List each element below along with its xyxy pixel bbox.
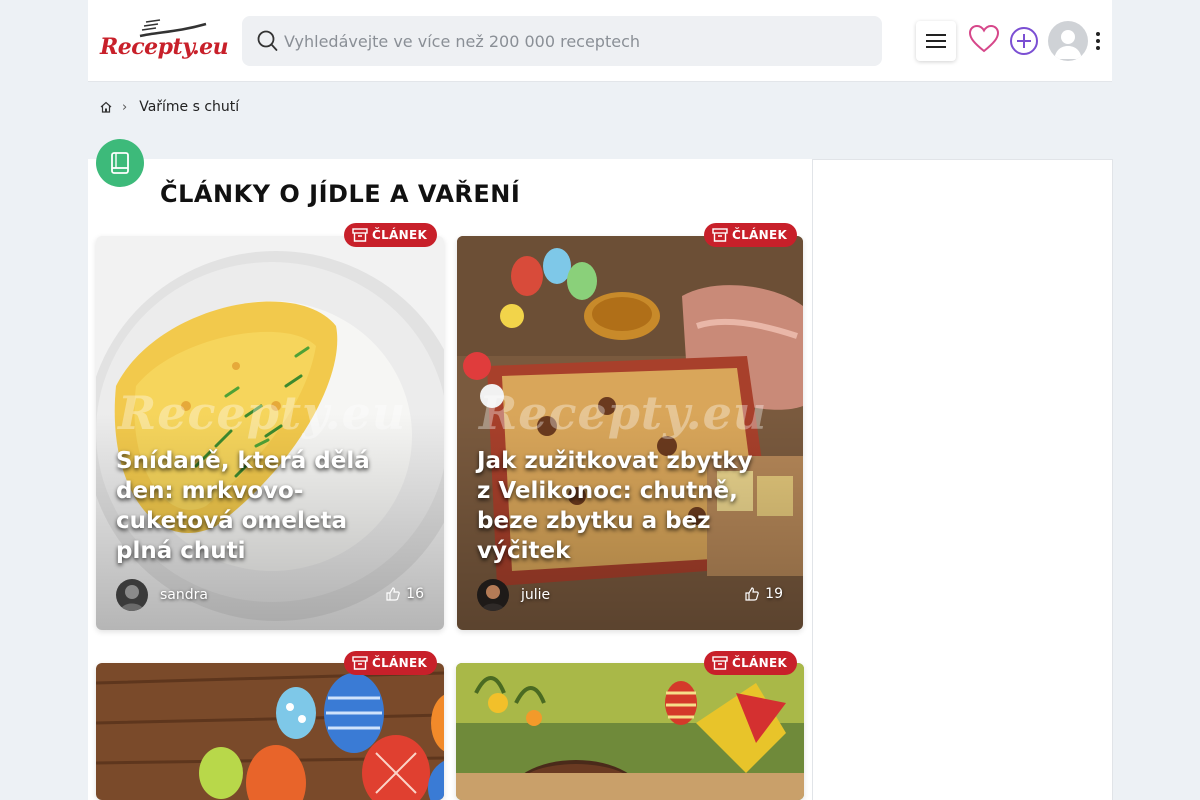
search-bar[interactable] bbox=[242, 16, 882, 66]
favorites-button[interactable] bbox=[968, 24, 1000, 58]
badge-label: ČLÁNEK bbox=[732, 228, 788, 242]
article-badge: ČLÁNEK bbox=[704, 651, 798, 675]
watermark: Recepty.eu bbox=[118, 386, 407, 440]
easter-eggs-photo bbox=[96, 663, 444, 800]
article-card[interactable] bbox=[456, 663, 804, 800]
article-card[interactable]: Recepty.eu Jak zužitkovat zbytky z Velik… bbox=[457, 236, 803, 630]
badge-label: ČLÁNEK bbox=[372, 228, 428, 242]
archive-icon bbox=[712, 656, 728, 670]
breadcrumb: › Vaříme s chutí bbox=[100, 99, 239, 115]
author-avatar bbox=[116, 579, 148, 611]
heart-icon bbox=[968, 24, 1000, 53]
kebab-dot bbox=[1096, 32, 1100, 36]
search-input[interactable] bbox=[284, 31, 844, 51]
badge-label: ČLÁNEK bbox=[732, 656, 788, 670]
card-likes[interactable]: 16 bbox=[386, 586, 424, 602]
article-card[interactable] bbox=[96, 663, 444, 800]
menu-button[interactable] bbox=[916, 21, 956, 61]
card-author[interactable]: julie bbox=[477, 579, 550, 611]
easter-basket-photo bbox=[456, 663, 804, 800]
article-badge: ČLÁNEK bbox=[704, 223, 798, 247]
author-name: julie bbox=[521, 587, 551, 603]
badge-label: ČLÁNEK bbox=[372, 656, 428, 670]
kebab-dot bbox=[1096, 46, 1100, 50]
card-title[interactable]: Jak zužitkovat zbytky z Velikonoc: chutn… bbox=[477, 446, 763, 566]
kebab-dot bbox=[1096, 39, 1100, 43]
book-icon bbox=[111, 152, 129, 174]
sidebar-panel bbox=[812, 159, 1113, 800]
likes-count: 19 bbox=[765, 586, 783, 602]
article-badge: ČLÁNEK bbox=[344, 223, 438, 247]
chevron-right-icon: › bbox=[122, 99, 128, 115]
home-icon[interactable] bbox=[100, 101, 112, 113]
author-avatar bbox=[477, 579, 509, 611]
archive-icon bbox=[352, 228, 368, 242]
card-title[interactable]: Snídaně, která dělá den: mrkvovo-cuketov… bbox=[116, 446, 404, 566]
logo[interactable]: Recepty.eu bbox=[100, 18, 229, 64]
user-avatar-button[interactable] bbox=[1048, 21, 1088, 61]
user-icon bbox=[1054, 30, 1082, 59]
thumbs-up-icon bbox=[745, 587, 759, 601]
article-card[interactable]: Recepty.eu Snídaně, která dělá den: mrkv… bbox=[96, 236, 444, 630]
likes-count: 16 bbox=[406, 586, 424, 602]
thumbs-up-icon bbox=[386, 587, 400, 601]
archive-icon bbox=[712, 228, 728, 242]
watermark: Recepty.eu bbox=[479, 386, 768, 440]
author-name: sandra bbox=[160, 587, 208, 603]
hamburger-icon bbox=[926, 34, 946, 48]
plus-circle-icon bbox=[1010, 27, 1038, 55]
add-recipe-button[interactable] bbox=[1009, 26, 1039, 60]
logo-text: Recepty.eu bbox=[100, 34, 229, 60]
archive-icon bbox=[352, 656, 368, 670]
top-bar: Recepty.eu bbox=[88, 0, 1112, 82]
breadcrumb-current[interactable]: Vaříme s chutí bbox=[139, 99, 239, 115]
card-author[interactable]: sandra bbox=[116, 579, 208, 611]
search-icon bbox=[257, 30, 278, 51]
more-options-button[interactable] bbox=[1093, 30, 1103, 52]
section-icon bbox=[96, 139, 144, 187]
section-title: ČLÁNKY O JÍDLE A VAŘENÍ bbox=[160, 180, 521, 208]
article-badge: ČLÁNEK bbox=[344, 651, 438, 675]
card-likes[interactable]: 19 bbox=[745, 586, 783, 602]
